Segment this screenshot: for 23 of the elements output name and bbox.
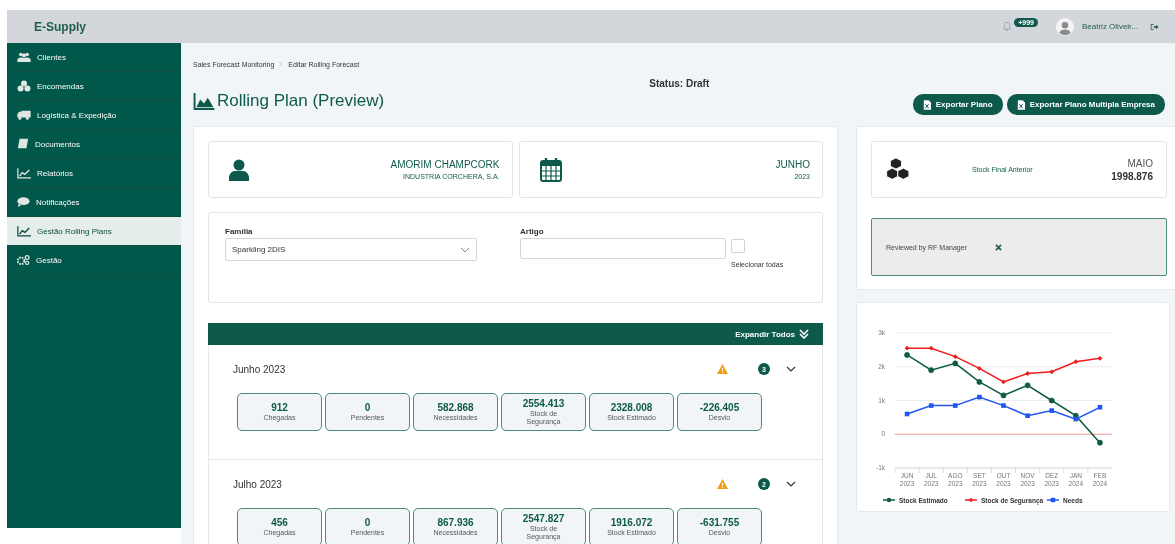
status-label: Status: Draft [649,78,710,89]
metric-value: 0 [364,517,371,529]
metric-value: 582.868 [437,402,474,414]
stock-value: 1998.876 [1111,170,1153,182]
metric-value: 2554.413 [522,398,565,410]
metric-value: 1916.072 [610,517,653,529]
app-title: E-Supply [34,19,86,34]
field-label: Família [225,227,254,236]
customer-name: AMORIM CHAMPCORK [390,159,500,170]
month-title: Julho 2023 [233,478,283,490]
metric-value: 0 [364,402,371,414]
metric-value: 867.936 [437,517,474,529]
period-month: JUNHO [775,159,810,170]
month-title: Junho 2023 [233,363,287,375]
metric-value: 912 [271,402,288,414]
metric-value: -631.755 [699,517,740,529]
metric-value: 2328.008 [610,402,653,414]
field-label: Artigo [520,227,545,236]
metric-value: 456 [271,517,288,529]
stock-month: MAIO [1127,157,1153,169]
page-title: Rolling Plan (Preview) [217,91,385,111]
metric-value: -226.405 [699,402,740,414]
metric-value: 2547.827 [522,513,565,525]
